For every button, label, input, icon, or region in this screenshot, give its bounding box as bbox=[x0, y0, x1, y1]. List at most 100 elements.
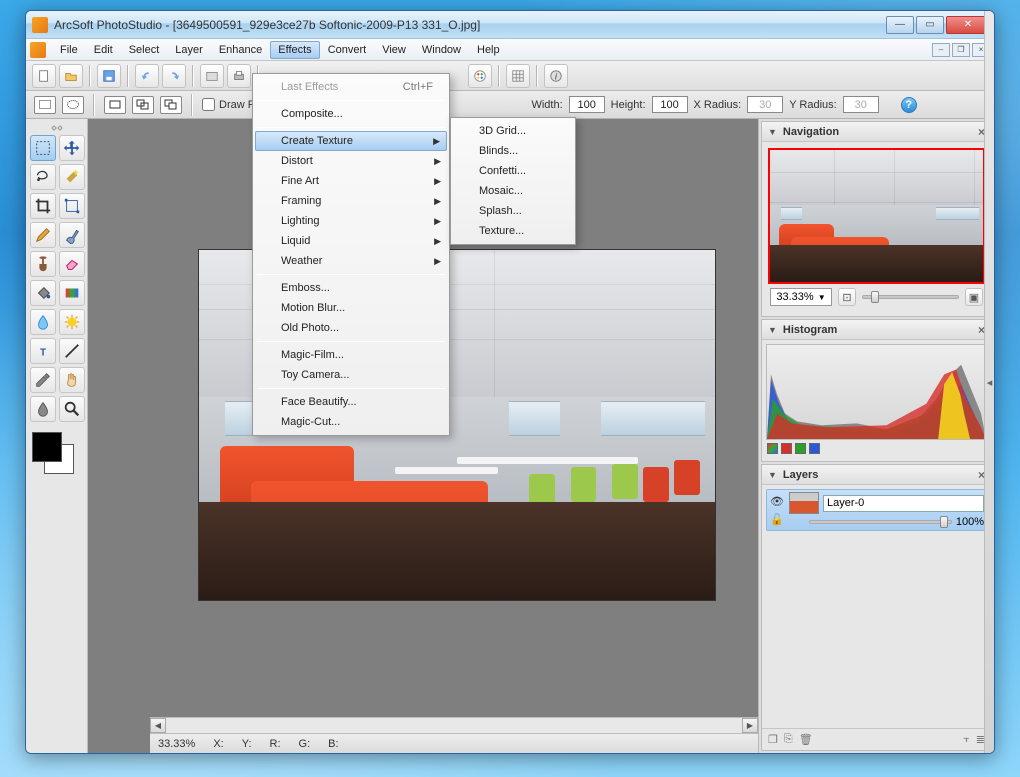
acquire-button[interactable] bbox=[200, 64, 224, 88]
menu-item-weather[interactable]: Weather▶ bbox=[255, 251, 447, 271]
menu-item-old-photo[interactable]: Old Photo... bbox=[255, 318, 447, 338]
horizontal-scrollbar[interactable]: ◀ ▶ bbox=[150, 717, 758, 733]
menu-select[interactable]: Select bbox=[121, 41, 168, 59]
shape-ellipse-button[interactable] bbox=[62, 96, 84, 114]
menu-item-composite[interactable]: Composite... bbox=[255, 104, 447, 124]
yradius-input[interactable] bbox=[843, 96, 879, 113]
layer-name-input[interactable] bbox=[823, 495, 984, 512]
duplicate-layer-button[interactable]: ⎘ bbox=[784, 733, 793, 746]
gradient-tool[interactable] bbox=[59, 280, 85, 306]
menu-window[interactable]: Window bbox=[414, 41, 469, 59]
scroll-left-button[interactable]: ◀ bbox=[150, 718, 166, 733]
palette-handle[interactable] bbox=[30, 123, 83, 133]
menu-item-motion-blur[interactable]: Motion Blur... bbox=[255, 298, 447, 318]
menu-item-magic-cut[interactable]: Magic-Cut... bbox=[255, 412, 447, 432]
menu-file[interactable]: File bbox=[52, 41, 86, 59]
smudge-tool[interactable] bbox=[30, 396, 56, 422]
info-button[interactable]: i bbox=[544, 64, 568, 88]
mdi-minimize-button[interactable]: – bbox=[932, 43, 950, 57]
transform-tool[interactable] bbox=[59, 193, 85, 219]
redo-button[interactable] bbox=[162, 64, 186, 88]
submenu-item-mosaic[interactable]: Mosaic... bbox=[453, 181, 573, 201]
hand-tool[interactable] bbox=[59, 367, 85, 393]
menu-item-lighting[interactable]: Lighting▶ bbox=[255, 211, 447, 231]
selection-new-button[interactable] bbox=[104, 96, 126, 114]
paint-bucket-tool[interactable] bbox=[30, 280, 56, 306]
brush-tool[interactable] bbox=[59, 222, 85, 248]
palette-button[interactable] bbox=[468, 64, 492, 88]
menu-item-liquid[interactable]: Liquid▶ bbox=[255, 231, 447, 251]
text-tool[interactable]: T bbox=[30, 338, 56, 364]
move-tool[interactable] bbox=[59, 135, 85, 161]
titlebar[interactable]: ArcSoft PhotoStudio - [3649500591_929e3c… bbox=[26, 11, 994, 39]
maximize-button[interactable]: ▭ bbox=[916, 16, 944, 34]
minimize-button[interactable]: — bbox=[886, 16, 914, 34]
crop-tool[interactable] bbox=[30, 193, 56, 219]
new-file-button[interactable] bbox=[32, 64, 56, 88]
menu-help[interactable]: Help bbox=[469, 41, 508, 59]
eyedropper-tool[interactable] bbox=[30, 367, 56, 393]
dodge-tool[interactable] bbox=[59, 309, 85, 335]
blur-tool[interactable] bbox=[30, 309, 56, 335]
zoom-actual-button[interactable]: ⊡ bbox=[838, 288, 856, 306]
menu-item-distort[interactable]: Distort▶ bbox=[255, 151, 447, 171]
layer-opacity-slider[interactable] bbox=[809, 520, 952, 524]
menu-item-magic-film[interactable]: Magic-Film... bbox=[255, 345, 447, 365]
selection-subtract-button[interactable] bbox=[160, 96, 182, 114]
layers-panel-header[interactable]: ▼Layers× bbox=[762, 465, 991, 485]
merge-down-button[interactable]: ⫟ bbox=[963, 733, 970, 746]
zoom-tool[interactable] bbox=[59, 396, 85, 422]
color-swatches[interactable] bbox=[30, 430, 83, 480]
histogram-panel-header[interactable]: ▼Histogram× bbox=[762, 320, 991, 340]
menu-item-last-effects[interactable]: Last EffectsCtrl+F bbox=[255, 77, 447, 97]
line-tool[interactable] bbox=[59, 338, 85, 364]
menu-view[interactable]: View bbox=[374, 41, 414, 59]
print-button[interactable] bbox=[227, 64, 251, 88]
shape-rect-button[interactable] bbox=[34, 96, 56, 114]
menu-item-fine-art[interactable]: Fine Art▶ bbox=[255, 171, 447, 191]
submenu-item-texture[interactable]: Texture... bbox=[453, 221, 573, 241]
height-input[interactable] bbox=[652, 96, 688, 113]
channel-red-button[interactable] bbox=[781, 443, 792, 454]
submenu-item-blinds[interactable]: Blinds... bbox=[453, 141, 573, 161]
pencil-tool[interactable] bbox=[30, 222, 56, 248]
submenu-item-confetti[interactable]: Confetti... bbox=[453, 161, 573, 181]
menu-item-create-texture[interactable]: Create Texture▶ bbox=[255, 131, 447, 151]
submenu-item-splash[interactable]: Splash... bbox=[453, 201, 573, 221]
eraser-tool[interactable] bbox=[59, 251, 85, 277]
help-icon[interactable]: ? bbox=[901, 97, 917, 113]
navigation-thumbnail[interactable] bbox=[768, 148, 985, 284]
grid-toggle-button[interactable] bbox=[506, 64, 530, 88]
clone-stamp-tool[interactable] bbox=[30, 251, 56, 277]
menu-item-framing[interactable]: Framing▶ bbox=[255, 191, 447, 211]
magic-wand-tool[interactable] bbox=[59, 164, 85, 190]
new-layer-button[interactable]: ❐ bbox=[768, 733, 778, 746]
menu-convert[interactable]: Convert bbox=[320, 41, 375, 59]
navigation-panel-header[interactable]: ▼Navigation× bbox=[762, 122, 991, 142]
channel-rgb-button[interactable] bbox=[767, 443, 778, 454]
layer-lock-toggle[interactable]: 🔓 bbox=[769, 511, 785, 527]
marquee-rect-tool[interactable] bbox=[30, 135, 56, 161]
open-file-button[interactable] bbox=[59, 64, 83, 88]
foreground-color-swatch[interactable] bbox=[32, 432, 62, 462]
submenu-item-3d-grid[interactable]: 3D Grid... bbox=[453, 121, 573, 141]
save-button[interactable] bbox=[97, 64, 121, 88]
zoom-slider[interactable] bbox=[862, 295, 959, 299]
menu-effects[interactable]: Effects bbox=[270, 41, 319, 59]
menu-item-emboss[interactable]: Emboss... bbox=[255, 278, 447, 298]
channel-green-button[interactable] bbox=[795, 443, 806, 454]
menu-edit[interactable]: Edit bbox=[86, 41, 121, 59]
layer-visibility-toggle[interactable]: 👁 bbox=[769, 493, 785, 509]
zoom-fit-button[interactable]: ▣ bbox=[965, 288, 983, 306]
mdi-restore-button[interactable]: ❐ bbox=[952, 43, 970, 57]
scroll-right-button[interactable]: ▶ bbox=[742, 718, 758, 733]
zoom-percent-dropdown[interactable]: 33.33%▼ bbox=[770, 288, 832, 306]
undo-button[interactable] bbox=[135, 64, 159, 88]
lasso-tool[interactable] bbox=[30, 164, 56, 190]
width-input[interactable] bbox=[569, 96, 605, 113]
selection-add-button[interactable] bbox=[132, 96, 154, 114]
channel-blue-button[interactable] bbox=[809, 443, 820, 454]
layer-row[interactable]: 👁 🔓 100% bbox=[766, 489, 987, 531]
menu-item-face-beautify[interactable]: Face Beautify... bbox=[255, 392, 447, 412]
menu-enhance[interactable]: Enhance bbox=[211, 41, 270, 59]
